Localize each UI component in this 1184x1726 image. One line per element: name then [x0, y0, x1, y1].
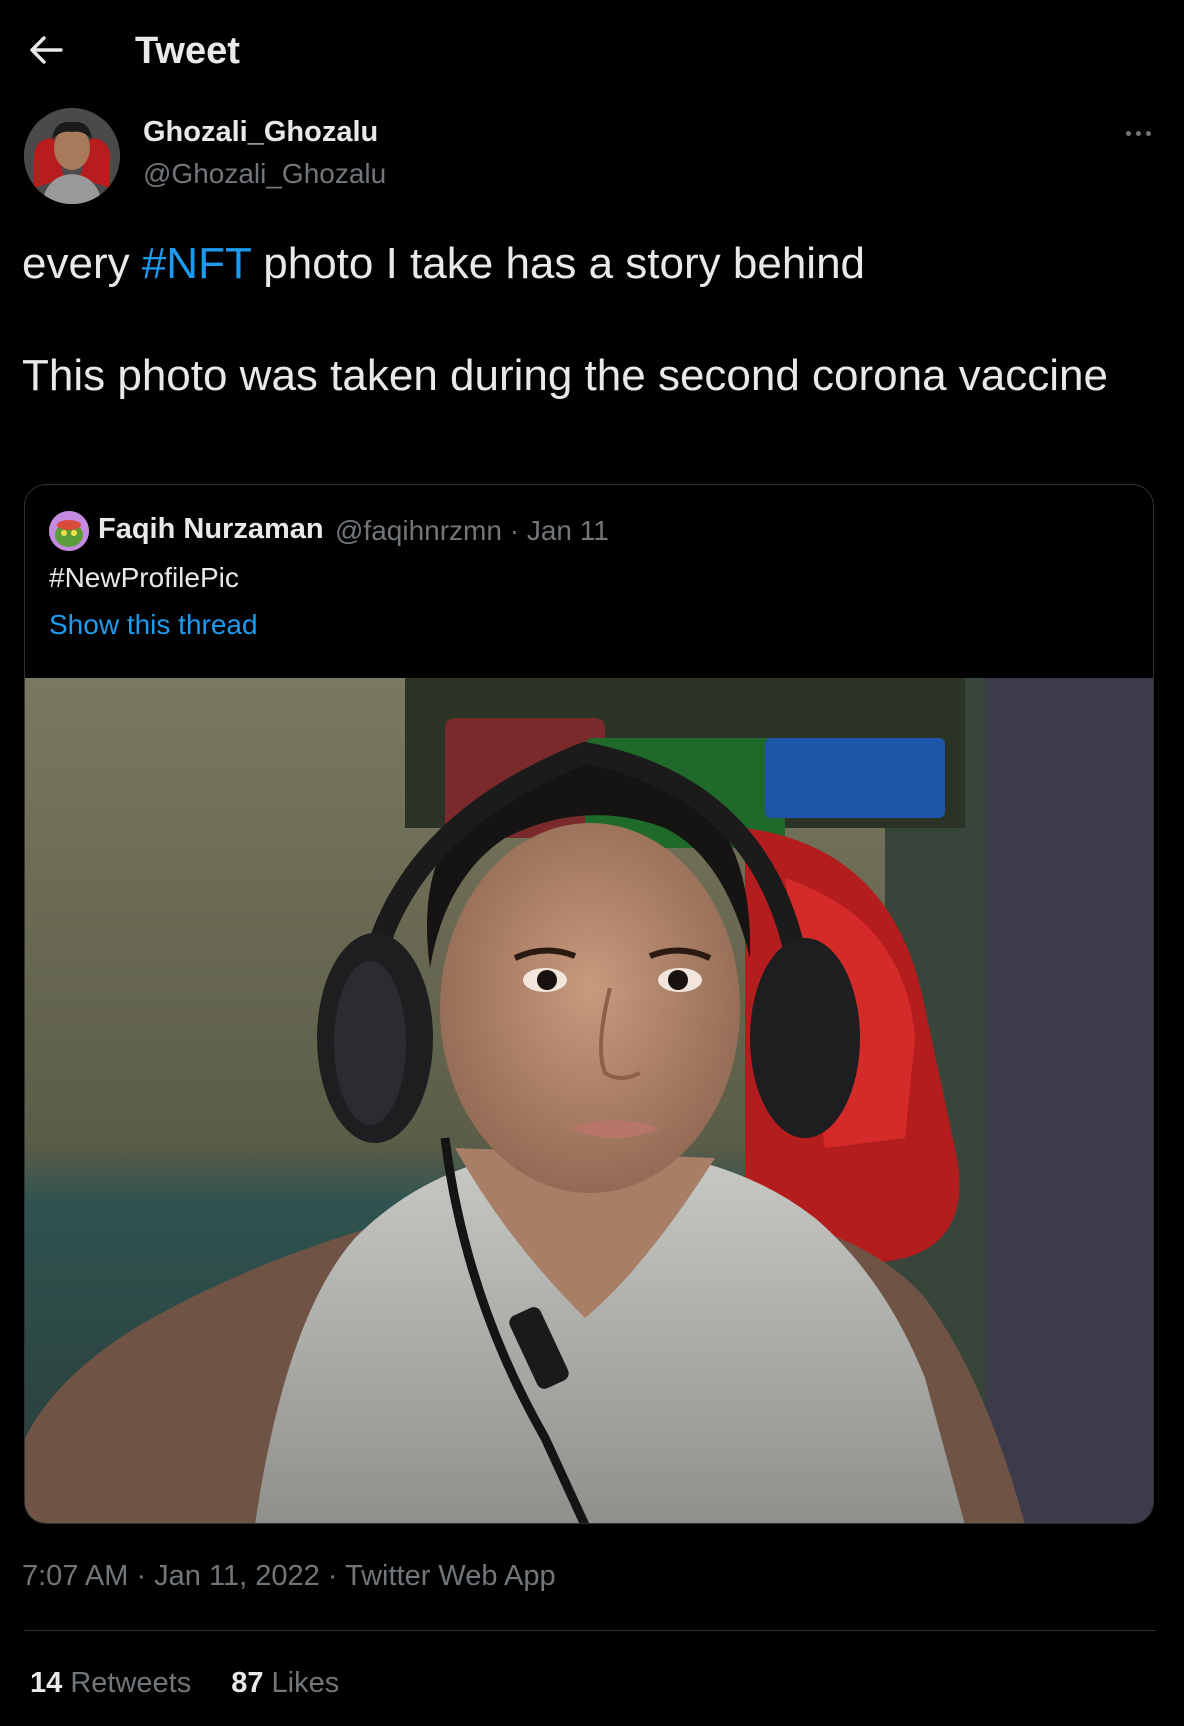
tweet-text-paragraph: This photo was taken during the second c…	[22, 351, 1108, 400]
tweet-text: every #NFT photo I take has a story behi…	[22, 236, 1142, 404]
more-dot-icon	[1125, 130, 1131, 136]
author-avatar-image	[24, 108, 120, 204]
back-button[interactable]	[24, 28, 68, 72]
tweet-text-line: every #NFT photo I take has a story behi…	[22, 236, 1142, 292]
more-dot-icon	[1135, 130, 1141, 136]
more-options-button[interactable]	[1118, 118, 1158, 148]
quoted-tweet-text[interactable]: #NewProfilePic	[49, 562, 239, 594]
tweet-text-segment: photo I take has a story behind	[251, 239, 866, 288]
author-name[interactable]: Ghozali_Ghozalu	[143, 116, 378, 149]
selfie-photo	[25, 678, 1153, 1523]
more-dot-icon	[1145, 130, 1151, 136]
tweet-text-segment: every	[22, 239, 142, 288]
quoted-tweet-photo[interactable]	[25, 678, 1153, 1523]
hashtag-link[interactable]: #NFT	[142, 239, 251, 288]
divider	[24, 1630, 1156, 1631]
quoted-avatar-image	[49, 511, 89, 551]
quoted-tweet-card[interactable]: Faqih Nurzaman @faqihnrzmn · Jan 11 #New…	[24, 484, 1154, 1524]
arrow-left-icon	[30, 36, 63, 64]
likes-label: Likes	[271, 1667, 340, 1699]
author-avatar[interactable]	[24, 108, 120, 204]
likes-count: 87	[231, 1667, 264, 1699]
top-bar: Tweet	[0, 0, 1184, 104]
author-handle[interactable]: @Ghozali_Ghozalu	[143, 158, 386, 190]
page-title: Tweet	[135, 30, 240, 72]
retweets-stat[interactable]: 14 Retweets	[30, 1667, 191, 1700]
retweets-count: 14	[30, 1667, 63, 1699]
quoted-author-handle-date: @faqihnrzmn · Jan 11	[335, 515, 609, 546]
likes-stat[interactable]: 87 Likes	[231, 1667, 339, 1700]
tweet-stats: 14 Retweets 87 Likes	[30, 1667, 339, 1700]
tweet-timestamp[interactable]: 7:07 AM · Jan 11, 2022 · Twitter Web App	[22, 1560, 556, 1593]
quoted-author-avatar[interactable]	[49, 511, 89, 551]
show-thread-link[interactable]: Show this thread	[49, 609, 258, 641]
retweets-label: Retweets	[70, 1667, 192, 1699]
quoted-author-name[interactable]: Faqih Nurzaman	[98, 513, 324, 546]
